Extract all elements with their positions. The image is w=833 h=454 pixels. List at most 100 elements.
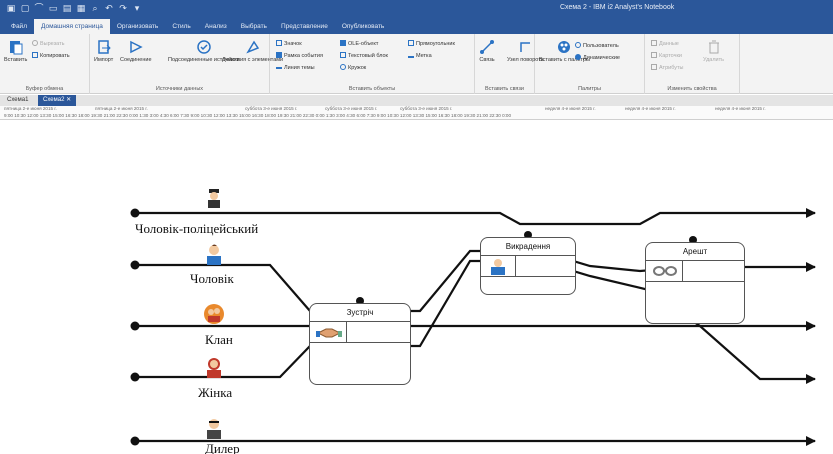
delete-label: Удалить <box>703 57 724 63</box>
connect-button[interactable]: Соединение <box>120 39 152 63</box>
theme-label-clan: Клан <box>205 332 233 347</box>
chart-canvas[interactable]: Чоловік-поліцейський Чоловік Клан Жінка … <box>0 121 833 454</box>
tab-publish[interactable]: Опубликовать <box>335 19 392 34</box>
tab-select[interactable]: Выбрать <box>234 19 274 34</box>
custom-palette-button[interactable]: Пользователь <box>575 42 619 50</box>
attributes-label: Атрибуты <box>659 65 684 71</box>
event-cell-divider <box>515 256 516 276</box>
text-block-label: Текстовый блок <box>348 53 388 59</box>
connect-label: Соединение <box>120 57 152 63</box>
group-insert-links-label: Вставить связи <box>484 86 525 92</box>
open-icon[interactable]: ⌒ <box>34 3 44 13</box>
new-icon[interactable]: ▢ <box>20 3 30 13</box>
event-frame-meeting[interactable]: Зустріч <box>309 303 411 385</box>
circle-icon <box>340 64 346 70</box>
event-row-divider <box>646 281 744 282</box>
palette-icon <box>558 41 571 53</box>
man-icon <box>207 244 221 265</box>
event-frame-arrest[interactable]: Арешт <box>645 242 745 324</box>
undo-icon[interactable]: ↶ <box>104 3 114 13</box>
link-icon <box>480 40 494 54</box>
ole-object-label: OLE-объект <box>348 41 379 47</box>
connect-icon <box>130 40 143 54</box>
dynamic-icon <box>575 54 581 60</box>
import-icon <box>97 40 111 54</box>
event-frame-kidnapping[interactable]: Викрадення <box>480 237 576 295</box>
timeline-label: Линия темы <box>284 65 315 71</box>
ole-icon <box>340 40 346 46</box>
actions-icon <box>245 40 259 54</box>
rectangle-button[interactable]: Прямоугольник <box>408 40 455 48</box>
handcuffs-icon <box>653 266 677 276</box>
cut-icon <box>32 40 38 46</box>
cut-button[interactable]: Вырезать <box>32 40 64 48</box>
insert-icon-button[interactable]: Значок <box>276 40 302 48</box>
circle-button[interactable]: Кружок <box>340 64 366 72</box>
data-button[interactable]: Данные <box>651 40 679 48</box>
print-icon[interactable]: ▤ <box>62 3 72 13</box>
import-button[interactable]: Импорт <box>94 39 113 63</box>
preview-icon[interactable]: ▦ <box>76 3 86 13</box>
police-officer-icon <box>208 189 220 208</box>
redo-icon[interactable]: ↷ <box>118 3 128 13</box>
theme-start-clan <box>130 321 140 331</box>
ribbon-tab-strip: Файл Домашняя страница Организовать Стил… <box>0 19 833 34</box>
link-label: Связь <box>479 57 495 63</box>
paste-icon <box>9 41 23 55</box>
dynamic-palette-button[interactable]: Динамические <box>575 54 620 62</box>
timeline-button[interactable]: Линия темы <box>276 64 315 72</box>
theme-start-dealer <box>130 436 140 446</box>
tab-organize[interactable]: Организовать <box>110 19 165 34</box>
doc-tab-schema1[interactable]: Схема1 <box>2 95 33 106</box>
paste-button[interactable]: Вставить <box>4 39 27 63</box>
save-icon[interactable]: ▭ <box>48 3 58 13</box>
copy-button[interactable]: Копировать <box>32 52 70 60</box>
find-icon[interactable]: ⌕ <box>90 3 100 13</box>
event-title-arrest: Арешт <box>646 243 744 261</box>
group-data-sources: Импорт Соединение Подсоединенные источни… <box>90 34 283 94</box>
tab-home[interactable]: Домашняя страница <box>33 19 110 34</box>
event-frame-button[interactable]: Рамка события <box>276 52 323 60</box>
event-frame-label: Рамка события <box>284 53 323 59</box>
ruler-times: 9:00 10:30 12:00 13:30 15:00 16:30 18:00… <box>4 113 512 118</box>
theme-label-woman: Жінка <box>198 385 233 400</box>
group-palettes: Вставить с палитры Пользователь Динамиче… <box>535 34 645 94</box>
ole-object-button[interactable]: OLE-объект <box>340 40 378 48</box>
customize-icon[interactable]: ▾ <box>132 3 142 13</box>
ruler-date: суббота 3-е июня 2015 г. <box>400 106 453 111</box>
attributes-icon <box>651 64 657 70</box>
event-cell-divider <box>682 261 683 281</box>
dynamic-palette-label: Динамические <box>583 55 620 61</box>
clan-icon <box>204 304 224 324</box>
tab-view[interactable]: Представление <box>274 19 335 34</box>
tab-file[interactable]: Файл <box>4 19 34 34</box>
link-button[interactable]: Связь <box>479 39 495 63</box>
copy-label: Копировать <box>40 53 70 59</box>
tab-style[interactable]: Стиль <box>165 19 197 34</box>
data-label: Данные <box>659 41 679 47</box>
doc-tab-schema2-label: Схема2 <box>43 97 65 103</box>
group-clipboard: Вставить Вырезать Копировать Буфер обмен… <box>0 34 90 94</box>
doc-tab-schema2[interactable]: Схема2 ✕ <box>38 95 77 106</box>
event-frame-icon <box>276 52 282 58</box>
quick-access-toolbar: ▣ ▢ ⌒ ▭ ▤ ▦ ⌕ ↶ ↷ ▾ <box>6 3 142 13</box>
attributes-button[interactable]: Атрибуты <box>651 64 683 72</box>
event-row-divider <box>481 276 575 277</box>
group-clipboard-label: Буфер обмена <box>25 86 64 92</box>
cards-button[interactable]: Карточки <box>651 52 682 60</box>
event-title-kidnapping: Викрадення <box>481 238 575 256</box>
label-button[interactable]: Метка <box>408 52 432 60</box>
label-label: Метка <box>416 53 432 59</box>
theme-label-man: Чоловік <box>190 271 234 286</box>
label-icon <box>408 52 414 58</box>
ribbon: Вставить Вырезать Копировать Буфер обмен… <box>0 34 833 94</box>
ruler-date: неделя 4-е июня 2015 г. <box>715 106 766 111</box>
handshake-icon <box>316 328 342 338</box>
group-edit-properties: Данные Карточки Атрибуты Удалить Изменит… <box>645 34 740 94</box>
delete-button[interactable]: Удалить <box>703 39 724 63</box>
close-tab-icon[interactable]: ✕ <box>66 97 71 103</box>
title-bar: ▣ ▢ ⌒ ▭ ▤ ▦ ⌕ ↶ ↷ ▾ Схема 2 - IBM i2 Ana… <box>0 0 833 19</box>
text-block-icon <box>340 52 346 58</box>
tab-analysis[interactable]: Анализ <box>198 19 234 34</box>
text-block-button[interactable]: Текстовый блок <box>340 52 388 60</box>
